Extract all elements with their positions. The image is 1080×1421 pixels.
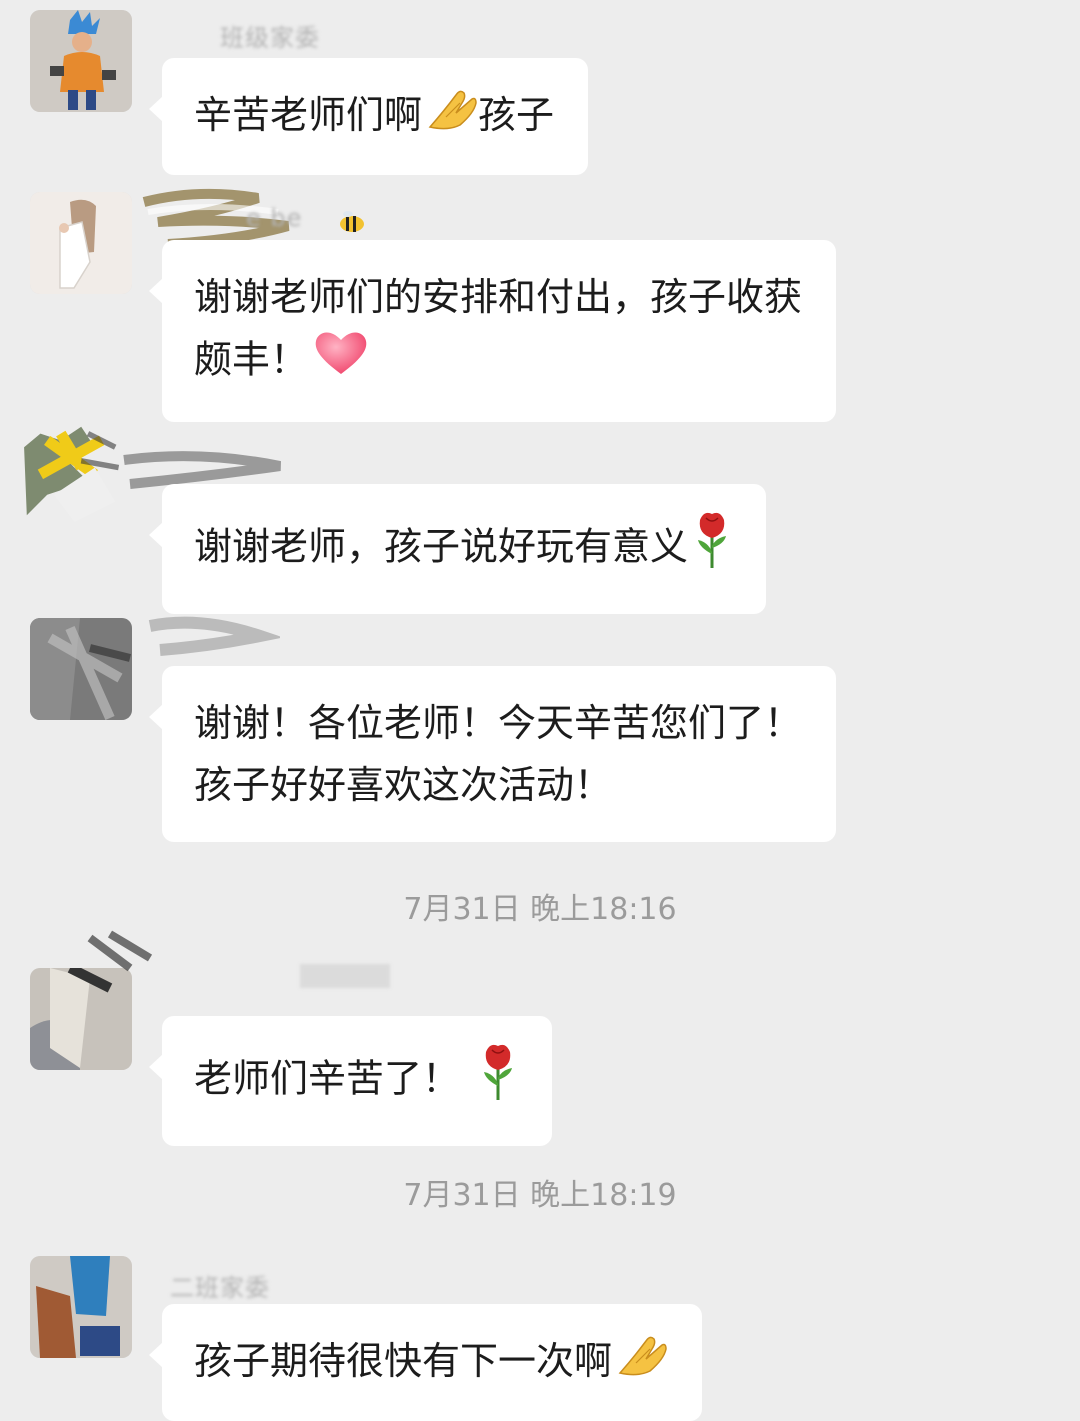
message-bubble[interactable]: 谢谢老师们的安排和付出，孩子收获 颇丰！ xyxy=(148,240,837,422)
message-bubble[interactable]: 老师们辛苦了！ xyxy=(148,1016,553,1146)
sender-name: e be xyxy=(246,204,303,232)
message-text: 孩子期待很快有下一次啊 xyxy=(194,1339,613,1383)
avatar-smear-icon xyxy=(24,426,120,522)
message-bubble[interactable]: 孩子期待很快有下一次啊 xyxy=(148,1304,703,1421)
rose-icon xyxy=(692,510,732,588)
message-text: 谢谢老师，孩子说好玩有意义 xyxy=(194,524,689,569)
message-line: 颇丰！ xyxy=(194,328,802,396)
avatar[interactable] xyxy=(30,1256,132,1358)
avatar-smear-icon xyxy=(30,618,132,720)
sender-name xyxy=(300,964,390,994)
message-bubble[interactable]: 谢谢！各位老师！今天辛苦您们了！ 孩子好好喜欢这次活动！ xyxy=(148,666,837,842)
message-bubble[interactable]: 辛苦老师们啊 孩子 xyxy=(148,58,589,175)
message-line: 谢谢老师们的安排和付出，孩子收获 xyxy=(194,275,803,319)
folded-hands-icon xyxy=(426,87,478,149)
message-bubble[interactable]: 谢谢老师，孩子说好玩有意义 xyxy=(148,484,767,614)
message-text: 辛苦老师们啊 xyxy=(194,93,423,137)
avatar[interactable] xyxy=(30,968,132,1070)
avatar[interactable] xyxy=(30,10,132,112)
message-line: 辛苦老师们啊 孩子 xyxy=(194,84,554,149)
message-text: 孩子 xyxy=(478,93,555,137)
message-line: 老师们辛苦了！ xyxy=(194,1042,518,1120)
rose-icon xyxy=(478,1042,518,1120)
timestamp: 7月31日 晚上18:16 xyxy=(403,892,677,927)
folded-hands-icon xyxy=(616,1333,668,1395)
message-line: 孩子期待很快有下一次啊 xyxy=(194,1330,668,1395)
avatar-figure-icon xyxy=(30,192,132,294)
chat-area: 班级家委 辛苦老师们啊 孩子 e be 谢谢老师们的安排和付出，孩子收获 颇丰！ xyxy=(0,0,1080,1421)
message-line: 谢谢老师，孩子说好玩有意义 xyxy=(194,510,732,588)
avatar[interactable] xyxy=(30,618,132,720)
sender-name: 班级家委 xyxy=(220,24,320,52)
message-line: 孩子好好喜欢这次活动！ xyxy=(194,763,613,807)
sender-name: 二班家委 xyxy=(170,1274,270,1302)
avatar[interactable] xyxy=(20,420,170,570)
message-line: 谢谢！各位老师！今天辛苦您们了！ xyxy=(194,701,803,745)
bee-icon xyxy=(336,210,366,238)
message-text: 颇丰！ xyxy=(194,337,309,382)
message-text: 老师们辛苦了！ xyxy=(194,1056,461,1101)
avatar-figure-icon xyxy=(30,10,132,112)
blurred-name-smear xyxy=(148,616,280,656)
avatar[interactable] xyxy=(30,192,132,294)
avatar-figure-icon xyxy=(30,1256,132,1358)
avatar-smear-icon xyxy=(30,968,132,1070)
heart-icon xyxy=(312,328,370,396)
timestamp: 7月31日 晚上18:19 xyxy=(403,1178,677,1213)
